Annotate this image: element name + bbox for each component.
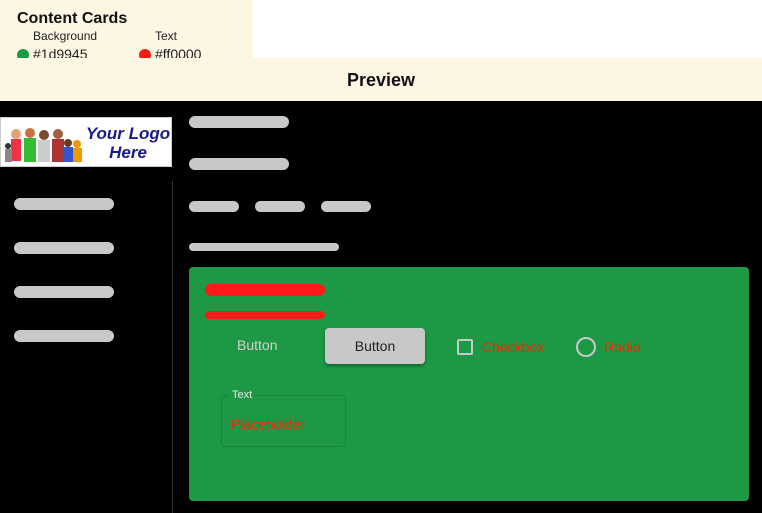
preview-header: Preview bbox=[0, 58, 762, 101]
text-button[interactable]: Button bbox=[237, 337, 277, 353]
top-blank-area bbox=[253, 0, 762, 58]
radio-label[interactable]: Radio bbox=[604, 339, 641, 355]
card-title-placeholder bbox=[205, 284, 325, 296]
checkbox-label[interactable]: Checkbox bbox=[482, 339, 544, 355]
preview-stage: Your Logo Here bbox=[0, 101, 762, 513]
sidebar-item-placeholder[interactable] bbox=[14, 242, 114, 254]
preview-title: Preview bbox=[346, 70, 416, 90]
logo-line-1: Your Logo bbox=[85, 124, 171, 143]
text-field-label: Text bbox=[229, 389, 256, 401]
logo: Your Logo Here bbox=[0, 117, 172, 167]
panel-title: Content Cards bbox=[17, 10, 128, 27]
checkbox[interactable] bbox=[457, 339, 473, 355]
tab-placeholder[interactable] bbox=[321, 201, 371, 212]
logo-line-2: Here bbox=[109, 143, 147, 162]
content-cards-panel: Content Cards Background #1d9945 Text #f… bbox=[0, 0, 253, 68]
sidebar-item-placeholder[interactable] bbox=[14, 286, 114, 298]
sidebar-item-placeholder[interactable] bbox=[14, 330, 114, 342]
radio[interactable] bbox=[576, 337, 596, 357]
content-card bbox=[189, 267, 749, 501]
tab-placeholder[interactable] bbox=[255, 201, 305, 212]
subheading-placeholder bbox=[189, 158, 289, 170]
sidebar-divider bbox=[172, 181, 173, 513]
text-line-placeholder bbox=[189, 243, 339, 251]
background-label: Background bbox=[33, 29, 98, 43]
people-illustration-icon bbox=[5, 128, 82, 162]
filled-button[interactable]: Button bbox=[325, 328, 425, 364]
heading-placeholder bbox=[189, 116, 289, 128]
tab-placeholder[interactable] bbox=[189, 201, 239, 212]
card-text-placeholder bbox=[205, 311, 325, 319]
logo-text: Your Logo Here bbox=[85, 124, 171, 162]
text-field-placeholder[interactable]: Placeholder bbox=[231, 416, 305, 432]
sidebar-item-placeholder[interactable] bbox=[14, 198, 114, 210]
text-label: Text bbox=[155, 29, 178, 43]
